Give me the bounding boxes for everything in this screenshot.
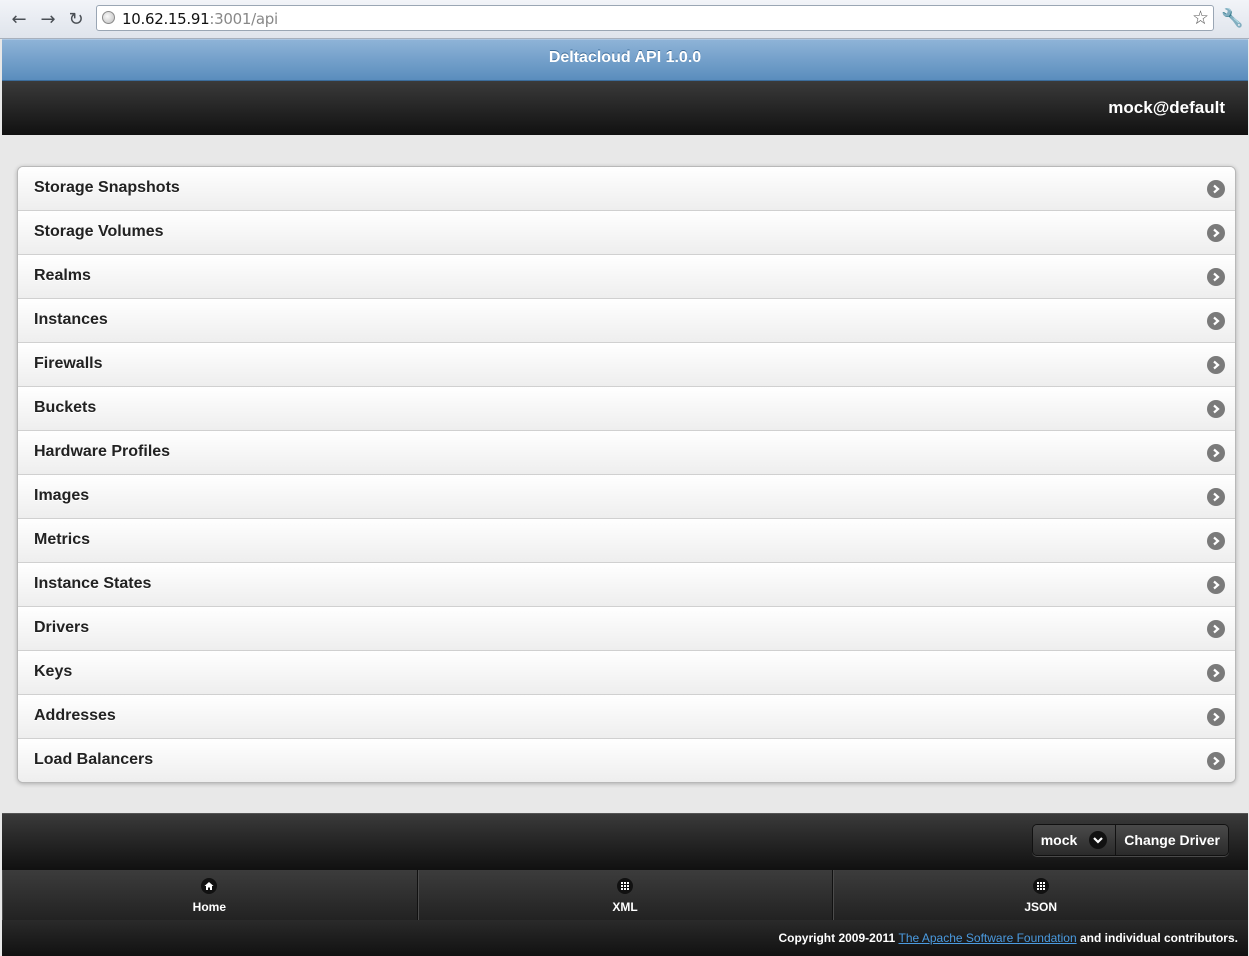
grid-icon [1032, 878, 1049, 894]
user-bar: mock@default [2, 81, 1248, 135]
arrow-right-icon [1207, 708, 1225, 726]
copyright-bar: Copyright 2009-2011 The Apache Software … [2, 920, 1248, 956]
bookmark-star-icon[interactable]: ☆ [1192, 7, 1209, 29]
tab-xml[interactable]: XML [418, 870, 834, 920]
chevron-down-icon [1089, 831, 1108, 849]
driver-control-group: mock Change Driver [1031, 824, 1229, 856]
list-item-label: Drivers [34, 619, 90, 636]
apache-foundation-link[interactable]: The Apache Software Foundation [899, 931, 1077, 945]
list-item-label: Hardware Profiles [34, 443, 171, 460]
url-text[interactable]: 10.62.15.91:3001/api [122, 10, 278, 28]
list-item-label: Load Balancers [34, 751, 154, 768]
list-item[interactable]: Metrics [18, 519, 1235, 563]
wrench-icon[interactable]: 🔧 [1221, 8, 1243, 29]
list-item[interactable]: Load Balancers [18, 739, 1235, 782]
list-item-label: Keys [34, 663, 73, 680]
list-item-label: Metrics [34, 531, 91, 548]
footer-toolbar: mock Change Driver [2, 813, 1248, 869]
list-item-label: Buckets [34, 399, 97, 416]
list-item[interactable]: Instances [18, 299, 1235, 343]
arrow-right-icon [1207, 532, 1225, 550]
list-item[interactable]: Firewalls [18, 343, 1235, 387]
tab-xml-label: XML [612, 900, 638, 914]
arrow-right-icon [1207, 180, 1225, 198]
tab-json[interactable]: JSON [833, 870, 1248, 920]
arrow-right-icon [1207, 752, 1225, 770]
current-user-label: mock@default [1108, 98, 1225, 117]
bottom-navbar: Home XML JSON [2, 869, 1248, 920]
list-item[interactable]: Storage Volumes [18, 211, 1235, 255]
list-item[interactable]: Buckets [18, 387, 1235, 431]
arrow-right-icon [1207, 576, 1225, 594]
list-item[interactable]: Keys [18, 651, 1235, 695]
app-header: Deltacloud API 1.0.0 [2, 39, 1248, 81]
list-item[interactable]: Realms [18, 255, 1235, 299]
arrow-right-icon [1207, 356, 1225, 374]
list-item-label: Images [34, 487, 90, 504]
browser-toolbar: ← → ↻ 10.62.15.91:3001/api ☆ 🔧 [0, 0, 1249, 39]
driver-select[interactable]: mock [1032, 825, 1117, 855]
home-icon [201, 878, 218, 894]
arrow-right-icon [1207, 312, 1225, 330]
copyright-text: Copyright 2009-2011 The Apache Software … [778, 931, 1238, 945]
main-content: Storage Snapshots Storage Volumes Realms In… [2, 135, 1248, 813]
list-item[interactable]: Hardware Profiles [18, 431, 1235, 475]
arrow-right-icon [1207, 620, 1225, 638]
forward-arrow-icon[interactable]: → [38, 9, 58, 30]
list-item-label: Realms [34, 267, 91, 284]
url-host: 10.62.15.91 [122, 10, 210, 28]
arrow-right-icon [1207, 224, 1225, 242]
back-arrow-icon[interactable]: ← [9, 9, 29, 30]
copyright-suffix: and individual contributors. [1079, 931, 1238, 945]
list-item[interactable]: Images [18, 475, 1235, 519]
arrow-right-icon [1207, 444, 1225, 462]
list-item-label: Addresses [34, 707, 116, 724]
reload-icon[interactable]: ↻ [66, 9, 86, 30]
list-item-label: Storage Volumes [34, 223, 164, 240]
list-item-label: Instances [34, 311, 108, 328]
copyright-prefix: Copyright 2009-2011 [778, 931, 896, 945]
url-path: :3001/api [209, 10, 278, 28]
list-item[interactable]: Drivers [18, 607, 1235, 651]
driver-select-value: mock [1040, 832, 1078, 848]
arrow-right-icon [1207, 268, 1225, 286]
tab-home[interactable]: Home [2, 870, 418, 920]
list-item[interactable]: Storage Snapshots [18, 167, 1235, 211]
address-bar[interactable]: 10.62.15.91:3001/api ☆ [96, 5, 1214, 31]
collection-list: Storage Snapshots Storage Volumes Realms In… [17, 166, 1236, 783]
list-item[interactable]: Instance States [18, 563, 1235, 607]
tab-json-label: JSON [1024, 900, 1058, 914]
globe-icon [102, 11, 115, 24]
arrow-right-icon [1207, 400, 1225, 418]
list-item-label: Instance States [34, 575, 152, 592]
grid-icon [617, 878, 633, 894]
list-item-label: Firewalls [34, 355, 103, 372]
arrow-right-icon [1207, 664, 1225, 682]
tab-home-label: Home [192, 900, 226, 914]
list-item[interactable]: Addresses [18, 695, 1235, 739]
page-title: Deltacloud API 1.0.0 [548, 49, 702, 66]
arrow-right-icon [1207, 488, 1225, 506]
change-driver-button[interactable]: Change Driver [1116, 825, 1228, 855]
list-item-label: Storage Snapshots [34, 179, 180, 196]
